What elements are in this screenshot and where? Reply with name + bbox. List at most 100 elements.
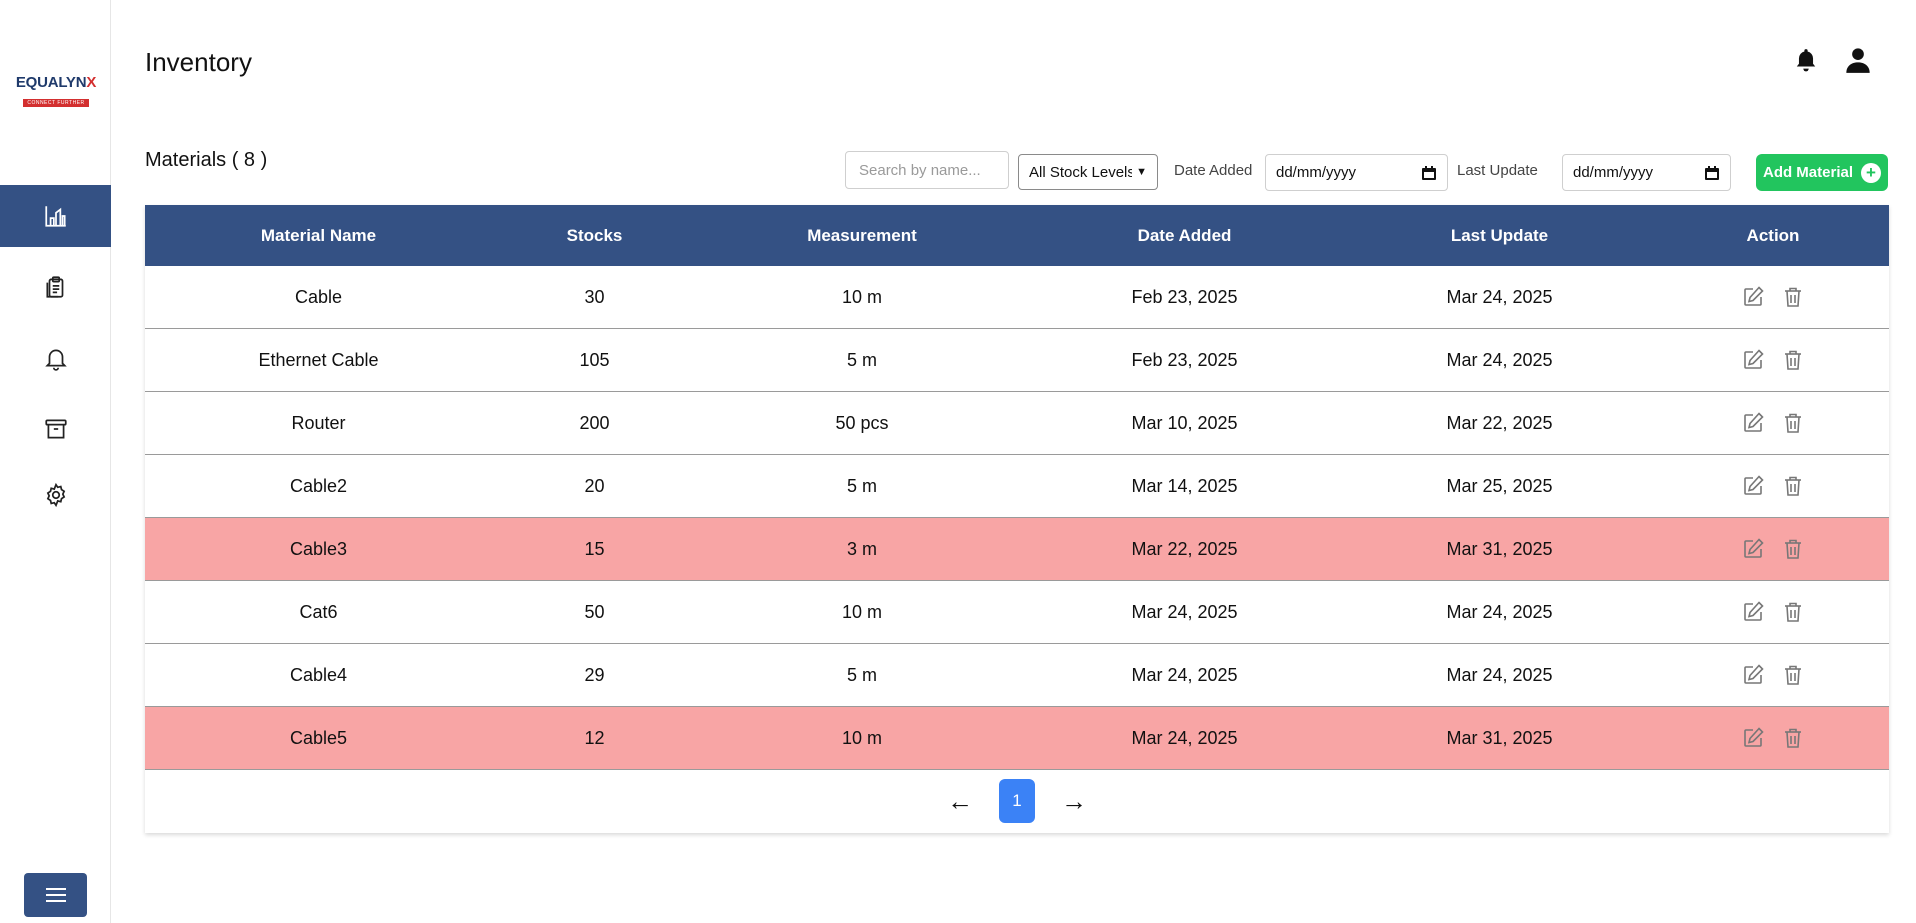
header-stocks[interactable]: Stocks xyxy=(492,226,697,246)
cell-actions xyxy=(1657,474,1889,498)
trash-icon[interactable] xyxy=(1781,411,1805,435)
trash-icon[interactable] xyxy=(1781,726,1805,750)
table-row: Cable 30 10 m Feb 23, 2025 Mar 24, 2025 xyxy=(145,266,1889,329)
menu-toggle-button[interactable] xyxy=(24,873,87,917)
table-row: Cable2 20 5 m Mar 14, 2025 Mar 25, 2025 xyxy=(145,455,1889,518)
cell-material-name: Cable2 xyxy=(289,475,348,496)
add-material-button[interactable]: Add Material + xyxy=(1756,154,1888,191)
cell-measurement: 5 m xyxy=(846,664,877,685)
cell-stocks: 105 xyxy=(579,349,610,370)
materials-table: Material Name Stocks Measurement Date Ad… xyxy=(145,205,1889,833)
cell-material-name: Cat6 xyxy=(299,601,338,622)
edit-icon[interactable] xyxy=(1741,600,1765,624)
cell-last-update: Mar 24, 2025 xyxy=(1446,601,1553,622)
next-page-button[interactable]: → xyxy=(1059,786,1089,817)
table-row: Cable3 15 3 m Mar 22, 2025 Mar 31, 2025 xyxy=(145,518,1889,581)
edit-icon[interactable] xyxy=(1741,726,1765,750)
page-number-button[interactable]: 1 xyxy=(999,779,1035,823)
cell-measurement: 10 m xyxy=(841,601,883,622)
last-update-input[interactable]: dd/mm/yyyy xyxy=(1562,154,1731,191)
cell-date-added: Mar 24, 2025 xyxy=(1131,664,1238,685)
sidebar-item-settings[interactable] xyxy=(0,464,111,526)
cell-stocks: 50 xyxy=(584,601,605,622)
table-row: Ethernet Cable 105 5 m Feb 23, 2025 Mar … xyxy=(145,329,1889,392)
header-material-name[interactable]: Material Name xyxy=(145,226,492,246)
cell-material-name: Ethernet Cable xyxy=(258,349,379,370)
cell-actions xyxy=(1657,537,1889,561)
cell-date-added: Mar 14, 2025 xyxy=(1131,475,1238,496)
edit-icon[interactable] xyxy=(1741,285,1765,309)
cell-stocks: 20 xyxy=(584,475,605,496)
page-title: Inventory xyxy=(145,47,252,77)
table-row: Cat6 50 10 m Mar 24, 2025 Mar 24, 2025 xyxy=(145,581,1889,644)
notifications-bell-icon[interactable] xyxy=(1793,46,1819,74)
chart-building-icon xyxy=(44,206,66,227)
edit-icon[interactable] xyxy=(1741,663,1765,687)
trash-icon[interactable] xyxy=(1781,600,1805,624)
table-row: Cable4 29 5 m Mar 24, 2025 Mar 24, 2025 xyxy=(145,644,1889,707)
header-date-added[interactable]: Date Added xyxy=(1027,226,1342,246)
edit-icon[interactable] xyxy=(1741,474,1765,498)
date-added-input[interactable]: dd/mm/yyyy xyxy=(1265,154,1448,191)
cell-measurement: 5 m xyxy=(846,475,877,496)
sidebar-item-inventory[interactable] xyxy=(0,185,111,247)
edit-icon[interactable] xyxy=(1741,537,1765,561)
stock-level-select-value: All Stock Levels xyxy=(1029,163,1133,181)
sidebar-item-notifications[interactable] xyxy=(0,327,111,389)
user-profile-icon[interactable] xyxy=(1844,46,1872,74)
trash-icon[interactable] xyxy=(1781,663,1805,687)
header-measurement[interactable]: Measurement xyxy=(697,226,1027,246)
cell-last-update: Mar 24, 2025 xyxy=(1446,286,1553,307)
table-header-row: Material Name Stocks Measurement Date Ad… xyxy=(145,205,1889,266)
cell-measurement: 10 m xyxy=(841,727,883,748)
search-input[interactable] xyxy=(845,151,1009,189)
cell-stocks: 15 xyxy=(584,538,605,559)
table-row: Cable5 12 10 m Mar 24, 2025 Mar 31, 2025 xyxy=(145,707,1889,770)
add-material-label: Add Material xyxy=(1762,164,1853,181)
sidebar: EQUALYNX CONNECT FURTHER xyxy=(0,0,111,923)
cell-last-update: Mar 22, 2025 xyxy=(1446,412,1553,433)
chevron-down-icon: ▼ xyxy=(1136,166,1147,178)
trash-icon[interactable] xyxy=(1781,474,1805,498)
prev-page-button[interactable]: ← xyxy=(945,786,975,817)
cell-stocks: 12 xyxy=(584,727,605,748)
date-added-label: Date Added xyxy=(1174,162,1253,179)
cell-last-update: Mar 24, 2025 xyxy=(1446,664,1553,685)
cell-stocks: 29 xyxy=(584,664,605,685)
cell-stocks: 30 xyxy=(584,286,605,307)
cell-last-update: Mar 25, 2025 xyxy=(1446,475,1553,496)
cell-date-added: Mar 24, 2025 xyxy=(1131,601,1238,622)
stock-level-select[interactable]: All Stock Levels ▼ xyxy=(1018,154,1158,190)
cell-date-added: Feb 23, 2025 xyxy=(1131,286,1238,307)
edit-icon[interactable] xyxy=(1741,348,1765,372)
last-update-placeholder: dd/mm/yyyy xyxy=(1573,164,1654,181)
edit-icon[interactable] xyxy=(1741,411,1765,435)
trash-icon[interactable] xyxy=(1781,348,1805,372)
calendar-icon[interactable] xyxy=(1421,165,1437,181)
sidebar-item-archive[interactable] xyxy=(0,398,111,460)
cell-actions xyxy=(1657,348,1889,372)
cell-last-update: Mar 24, 2025 xyxy=(1446,349,1553,370)
trash-icon[interactable] xyxy=(1781,537,1805,561)
archive-icon xyxy=(44,419,67,439)
pagination: ← 1 → xyxy=(145,779,1889,823)
cell-material-name: Cable xyxy=(294,286,343,307)
cell-actions xyxy=(1657,411,1889,435)
cell-measurement: 50 pcs xyxy=(835,412,889,433)
hamburger-icon xyxy=(45,888,66,902)
cell-actions xyxy=(1657,600,1889,624)
header-last-update[interactable]: Last Update xyxy=(1342,226,1657,246)
sidebar-item-reports[interactable] xyxy=(0,256,111,318)
cell-measurement: 3 m xyxy=(846,538,877,559)
table-body: Cable 30 10 m Feb 23, 2025 Mar 24, 2025 … xyxy=(145,266,1889,770)
cell-last-update: Mar 31, 2025 xyxy=(1446,538,1553,559)
calendar-icon[interactable] xyxy=(1704,165,1720,181)
plus-circle-icon: + xyxy=(1861,162,1881,183)
cell-measurement: 10 m xyxy=(841,286,883,307)
trash-icon[interactable] xyxy=(1781,285,1805,309)
cell-actions xyxy=(1657,285,1889,309)
cell-date-added: Mar 10, 2025 xyxy=(1131,412,1238,433)
header-action: Action xyxy=(1746,225,1800,245)
clipboard-icon xyxy=(45,276,63,298)
cell-date-added: Feb 23, 2025 xyxy=(1131,349,1238,370)
